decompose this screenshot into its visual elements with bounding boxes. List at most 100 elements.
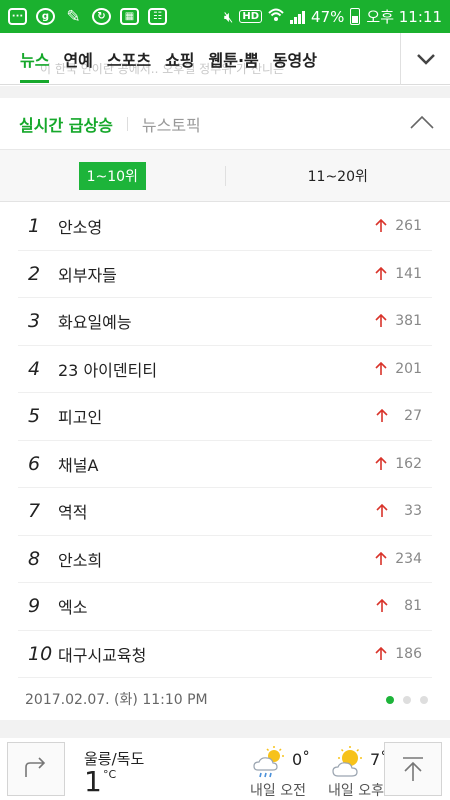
list-footer: 2017.02.07. (화) 11:10 PM bbox=[0, 680, 450, 718]
rank-number: 6 bbox=[28, 452, 41, 475]
rise-count: 261 bbox=[395, 218, 422, 235]
image-icon: ▦ bbox=[120, 8, 139, 25]
arrow-up-icon bbox=[376, 504, 388, 518]
page-dot-2[interactable] bbox=[403, 696, 411, 704]
forecast-morning: 0˚ 내일 오전 bbox=[250, 746, 310, 799]
realtime-rising-tab[interactable]: 실시간 급상승 bbox=[19, 112, 113, 136]
list-item[interactable]: 9 엑소 81 bbox=[18, 583, 432, 631]
rank-number: 2 bbox=[28, 262, 41, 285]
rise-count: 186 bbox=[395, 645, 422, 662]
sync-icon: ↻ bbox=[92, 8, 111, 25]
chevron-down-icon bbox=[416, 54, 435, 65]
list-item[interactable]: 6 채널A 162 bbox=[18, 441, 432, 488]
wifi-icon bbox=[268, 8, 284, 26]
news-topic-tab[interactable]: 뉴스토픽 bbox=[142, 112, 201, 136]
forecast-label: 내일 오전 bbox=[250, 783, 306, 799]
share-arrow-icon bbox=[25, 757, 46, 777]
keyword: 안소영 bbox=[58, 218, 103, 238]
arrow-up-icon bbox=[376, 409, 388, 423]
section-header: 실시간 급상승 뉴스토픽 bbox=[0, 98, 450, 150]
chat-icon: ··· bbox=[8, 8, 27, 25]
scroll-top-button[interactable] bbox=[384, 742, 442, 796]
rank-number: 7 bbox=[28, 500, 41, 523]
chevron-up-icon bbox=[410, 115, 434, 129]
weather-bar: 울릉/독도 1 °C 0˚ 내일 오전 7˚ 내일 오후 bbox=[0, 738, 450, 800]
rise-count: 33 bbox=[404, 503, 422, 520]
status-bar: ··· g ✎ ↻ ▦ ☷ 🔇︎ HD 47% 오후 11:11 bbox=[0, 0, 450, 33]
tab-video[interactable]: 동영상 bbox=[273, 47, 317, 71]
arrow-up-top-icon bbox=[403, 757, 423, 781]
rank-number: 10 bbox=[28, 642, 53, 665]
range-tab-1-10[interactable]: 1~10위 bbox=[78, 161, 146, 190]
signal-icon bbox=[290, 9, 306, 24]
hd-icon: HD bbox=[239, 10, 263, 23]
arrow-up-icon bbox=[375, 314, 387, 328]
forecast-afternoon: 7˚ 내일 오후 bbox=[328, 746, 388, 799]
arrow-up-icon bbox=[375, 219, 387, 233]
tab-entertainment[interactable]: 연예 bbox=[63, 47, 92, 71]
temp-unit: °C bbox=[103, 768, 117, 781]
rank-number: 4 bbox=[28, 357, 41, 380]
keyword: 화요일예능 bbox=[58, 313, 132, 333]
page-dot-3[interactable] bbox=[420, 696, 428, 704]
keyword: 역적 bbox=[58, 503, 88, 523]
store-icon: ☷ bbox=[148, 8, 167, 25]
arrow-up-icon bbox=[375, 266, 387, 280]
list-item[interactable]: 5 피고인 27 bbox=[18, 393, 432, 441]
collapse-button[interactable] bbox=[410, 114, 434, 134]
rise-count: 81 bbox=[404, 598, 422, 615]
arrow-up-icon bbox=[376, 599, 388, 613]
arrow-up-icon bbox=[375, 646, 387, 660]
clock: 오후 11:11 bbox=[366, 8, 442, 26]
sun-cloud-rain-icon bbox=[253, 746, 284, 778]
arrow-up-icon bbox=[375, 551, 387, 565]
keyword: 23 아이덴티티 bbox=[58, 360, 158, 380]
page-dot-1[interactable] bbox=[386, 696, 394, 704]
rise-count: 27 bbox=[404, 408, 422, 425]
rise-count: 201 bbox=[395, 360, 422, 377]
share-button[interactable] bbox=[7, 742, 65, 796]
divider bbox=[126, 116, 128, 131]
tab-webtoon[interactable]: 웹툰·뿜 bbox=[209, 47, 259, 71]
list-item[interactable]: 8 안소희 234 bbox=[18, 536, 432, 583]
wrench-icon: ✎ bbox=[66, 6, 81, 27]
forecast-temp: 0˚ bbox=[292, 750, 311, 769]
arrow-up-icon bbox=[375, 456, 387, 470]
rise-count: 234 bbox=[395, 550, 422, 567]
spacer bbox=[0, 720, 450, 738]
rank-number: 3 bbox=[28, 310, 41, 333]
rank-number: 5 bbox=[28, 405, 41, 428]
range-tabs: 1~10위 11~20위 bbox=[0, 150, 450, 202]
nav-expand-button[interactable] bbox=[400, 33, 450, 85]
forecast-label: 내일 오후 bbox=[328, 783, 384, 799]
g-icon: g bbox=[36, 8, 55, 25]
keyword: 외부자들 bbox=[58, 265, 117, 285]
list-item[interactable]: 10 대구시교육청 186 bbox=[18, 631, 432, 678]
rise-count: 162 bbox=[395, 455, 422, 472]
tab-shopping[interactable]: 쇼핑 bbox=[165, 47, 194, 71]
arrow-up-icon bbox=[375, 361, 387, 375]
tab-sports[interactable]: 스포츠 bbox=[107, 47, 151, 71]
rise-count: 381 bbox=[395, 313, 422, 330]
rank-number: 9 bbox=[28, 595, 41, 618]
mute-icon: 🔇︎ bbox=[223, 7, 234, 26]
list-item[interactable]: 1 안소영 261 bbox=[18, 203, 432, 251]
list-item[interactable]: 2 외부자들 141 bbox=[18, 251, 432, 298]
keyword: 안소희 bbox=[58, 550, 103, 570]
tab-news[interactable]: 뉴스 bbox=[20, 47, 50, 83]
updated-timestamp: 2017.02.07. (화) 11:10 PM bbox=[25, 692, 208, 708]
battery-percent: 47% bbox=[311, 7, 345, 26]
ranking-list: 1 안소영 261 2 외부자들 141 3 화요일예능 381 4 23 아이… bbox=[18, 203, 432, 678]
keyword: 엑소 bbox=[58, 598, 88, 618]
rise-count: 141 bbox=[395, 265, 422, 282]
list-item[interactable]: 4 23 아이덴티티 201 bbox=[18, 346, 432, 393]
list-item[interactable]: 3 화요일예능 381 bbox=[18, 298, 432, 346]
rank-number: 8 bbox=[28, 547, 41, 570]
range-tab-11-20[interactable]: 11~20위 bbox=[308, 166, 368, 186]
list-item[interactable]: 7 역적 33 bbox=[18, 488, 432, 536]
category-nav: 이 한국 인이란 공에서.. 오후일 정주위 가 산니은 뉴스 연예 스포츠 쇼… bbox=[0, 33, 450, 85]
current-temp: 1 bbox=[84, 765, 102, 798]
spacer bbox=[0, 86, 450, 98]
keyword: 채널A bbox=[58, 455, 99, 475]
page-indicator bbox=[386, 696, 428, 704]
